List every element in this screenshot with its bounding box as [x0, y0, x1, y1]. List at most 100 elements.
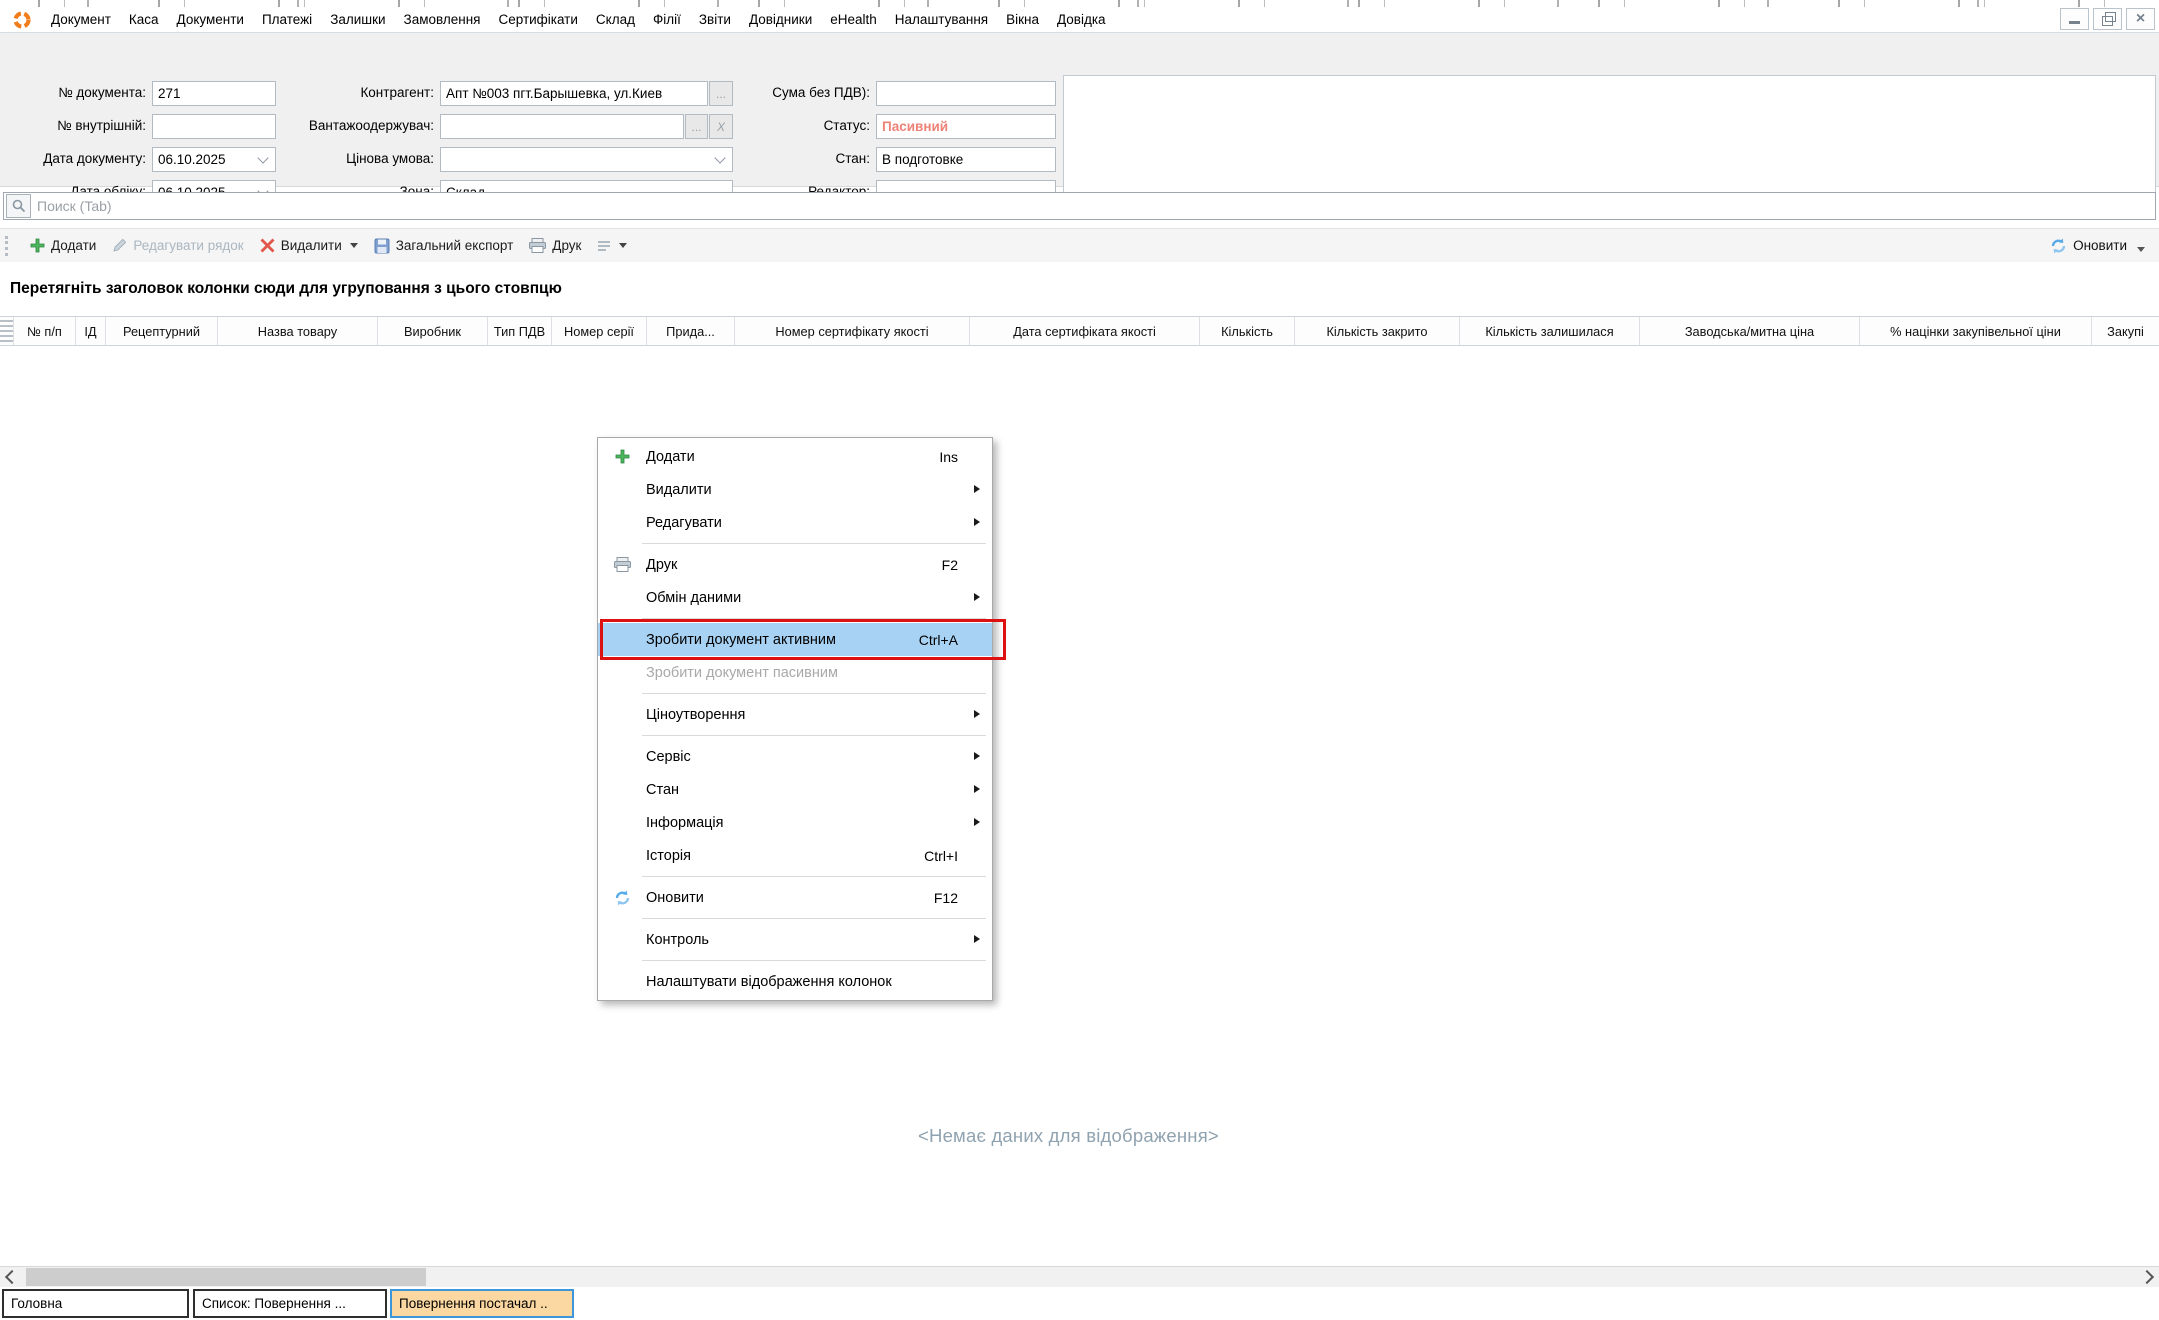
scrollbar-thumb[interactable]	[26, 1268, 426, 1286]
menu-separator	[642, 543, 986, 544]
column-header[interactable]: Заводська/митна ціна	[1640, 317, 1860, 345]
menu-ehealth[interactable]: eHealth	[821, 10, 886, 29]
column-header[interactable]: Рецептурний	[106, 317, 218, 345]
consignee-field[interactable]	[440, 114, 684, 139]
close-button[interactable]: ×	[2126, 8, 2155, 30]
menu-dokument[interactable]: Документ	[42, 10, 120, 29]
add-button[interactable]: Додати	[22, 235, 104, 256]
horizontal-scrollbar[interactable]	[0, 1266, 2159, 1287]
menu-filii[interactable]: Філії	[644, 10, 690, 29]
submenu-arrow-icon	[974, 752, 980, 760]
tab-povernennya-postachalnyku[interactable]: Повернення постачал ..	[390, 1289, 574, 1318]
column-header[interactable]: % націнки закупівельної ціни	[1860, 317, 2092, 345]
menu-platezhi[interactable]: Платежі	[253, 10, 321, 29]
row-options-button[interactable]	[589, 237, 635, 255]
plus-icon	[30, 238, 45, 253]
column-header[interactable]: Тип ПДВ	[488, 317, 552, 345]
submenu-arrow-icon	[974, 785, 980, 793]
restore-button[interactable]	[2093, 8, 2122, 30]
sum-no-vat-label: Сума без ПДВ):	[700, 85, 870, 100]
window-controls: ×	[2060, 8, 2155, 30]
column-header[interactable]: Кількість закрито	[1295, 317, 1460, 345]
context-menu-item-information[interactable]: Інформація	[598, 806, 992, 839]
submenu-arrow-icon	[974, 818, 980, 826]
menu-separator	[642, 735, 986, 736]
dropdown-caret-icon	[619, 243, 627, 248]
delete-button-label: Видалити	[281, 238, 342, 253]
context-menu-item-refresh[interactable]: Оновити F12	[598, 881, 992, 914]
tab-holovna[interactable]: Головна	[2, 1289, 189, 1318]
group-by-panel: Перетягніть заголовок колонки сюди для у…	[0, 262, 2159, 316]
search-input[interactable]	[31, 198, 2155, 214]
state-label: Стан:	[700, 151, 870, 166]
notes-area[interactable]	[1063, 75, 2156, 208]
column-header[interactable]: Назва товару	[218, 317, 378, 345]
submenu-arrow-icon	[974, 935, 980, 943]
context-menu-item-service[interactable]: Сервіс	[598, 740, 992, 773]
menu-kasa[interactable]: Каса	[120, 10, 168, 29]
column-header[interactable]: Дата сертифіката якості	[970, 317, 1200, 345]
context-menu-item-control[interactable]: Контроль	[598, 923, 992, 956]
minimize-button[interactable]	[2060, 8, 2089, 30]
status-field	[876, 114, 1056, 139]
column-header[interactable]: № п/п	[14, 317, 76, 345]
dropdown-caret-icon	[350, 243, 358, 248]
column-header[interactable]: Кількість залишилася	[1460, 317, 1640, 345]
header-grip-icon	[0, 317, 14, 345]
search-bar	[3, 192, 2156, 220]
context-menu-item-pricing[interactable]: Ціноутворення	[598, 698, 992, 731]
red-x-icon	[260, 238, 275, 253]
context-menu-item-configure-columns[interactable]: Налаштувати відображення колонок	[598, 965, 992, 998]
context-menu-item-edit[interactable]: Редагувати	[598, 506, 992, 539]
column-header[interactable]: ІД	[76, 317, 106, 345]
state-field	[876, 147, 1056, 172]
column-header[interactable]: Прида...	[647, 317, 735, 345]
menu-sklad[interactable]: Склад	[587, 10, 644, 29]
refresh-button[interactable]: Оновити	[2050, 238, 2145, 254]
edit-row-button-label: Редагувати рядок	[133, 238, 243, 253]
menu-nalashtuvannya[interactable]: Налаштування	[886, 10, 997, 29]
price-condition-select[interactable]	[440, 147, 733, 172]
context-menu-item-make-passive: Зробити документ пасивним	[598, 656, 992, 689]
scroll-left-icon[interactable]	[5, 1270, 19, 1284]
submenu-arrow-icon	[974, 485, 980, 493]
context-menu-item-add[interactable]: Додати Ins	[598, 440, 992, 473]
contragent-field[interactable]	[440, 81, 708, 106]
menu-vikna[interactable]: Вікна	[997, 10, 1048, 29]
add-button-label: Додати	[51, 238, 96, 253]
dropdown-caret-icon	[2137, 247, 2145, 252]
pencil-icon	[112, 238, 127, 253]
edit-row-button: Редагувати рядок	[104, 235, 251, 256]
column-header[interactable]: Номер серії	[552, 317, 647, 345]
export-button-label: Загальний експорт	[396, 238, 514, 253]
menu-dokumenty[interactable]: Документи	[168, 10, 253, 29]
column-header[interactable]: Виробник	[378, 317, 488, 345]
column-header[interactable]: Номер сертифікату якості	[735, 317, 970, 345]
tab-spysok-povernennya[interactable]: Список: Повернення ...	[193, 1289, 387, 1318]
menu-dovidka[interactable]: Довідка	[1048, 10, 1115, 29]
clipped-title-row	[0, 0, 2159, 7]
sum-no-vat-field[interactable]	[876, 81, 1056, 106]
print-button-label: Друк	[552, 238, 581, 253]
context-menu-item-history[interactable]: Історія Ctrl+I	[598, 839, 992, 872]
context-menu-item-state[interactable]: Стан	[598, 773, 992, 806]
context-menu-item-delete[interactable]: Видалити	[598, 473, 992, 506]
delete-button[interactable]: Видалити	[252, 235, 366, 256]
column-header[interactable]: Кількість	[1200, 317, 1295, 345]
context-menu-item-data-exchange[interactable]: Обмін даними	[598, 581, 992, 614]
print-button[interactable]: Друк	[521, 235, 589, 256]
menu-zvity[interactable]: Звіти	[690, 10, 740, 29]
group-by-hint: Перетягніть заголовок колонки сюди для у…	[10, 280, 562, 298]
menu-sertyfikaty[interactable]: Сертифікати	[489, 10, 586, 29]
search-icon[interactable]	[6, 194, 31, 218]
context-menu-item-make-active[interactable]: Зробити документ активним Ctrl+A	[598, 623, 992, 656]
doc-number-label: № документа:	[0, 85, 146, 100]
export-button[interactable]: Загальний експорт	[366, 235, 522, 257]
context-menu-item-print[interactable]: Друк F2	[598, 548, 992, 581]
internal-number-label: № внутрішній:	[0, 118, 146, 133]
scroll-right-icon[interactable]	[2140, 1270, 2154, 1284]
menu-zamovlennya[interactable]: Замовлення	[395, 10, 490, 29]
column-header[interactable]: Закупі	[2092, 317, 2159, 345]
menu-zalyshky[interactable]: Залишки	[321, 10, 394, 29]
menu-dovidnyky[interactable]: Довідники	[740, 10, 821, 29]
